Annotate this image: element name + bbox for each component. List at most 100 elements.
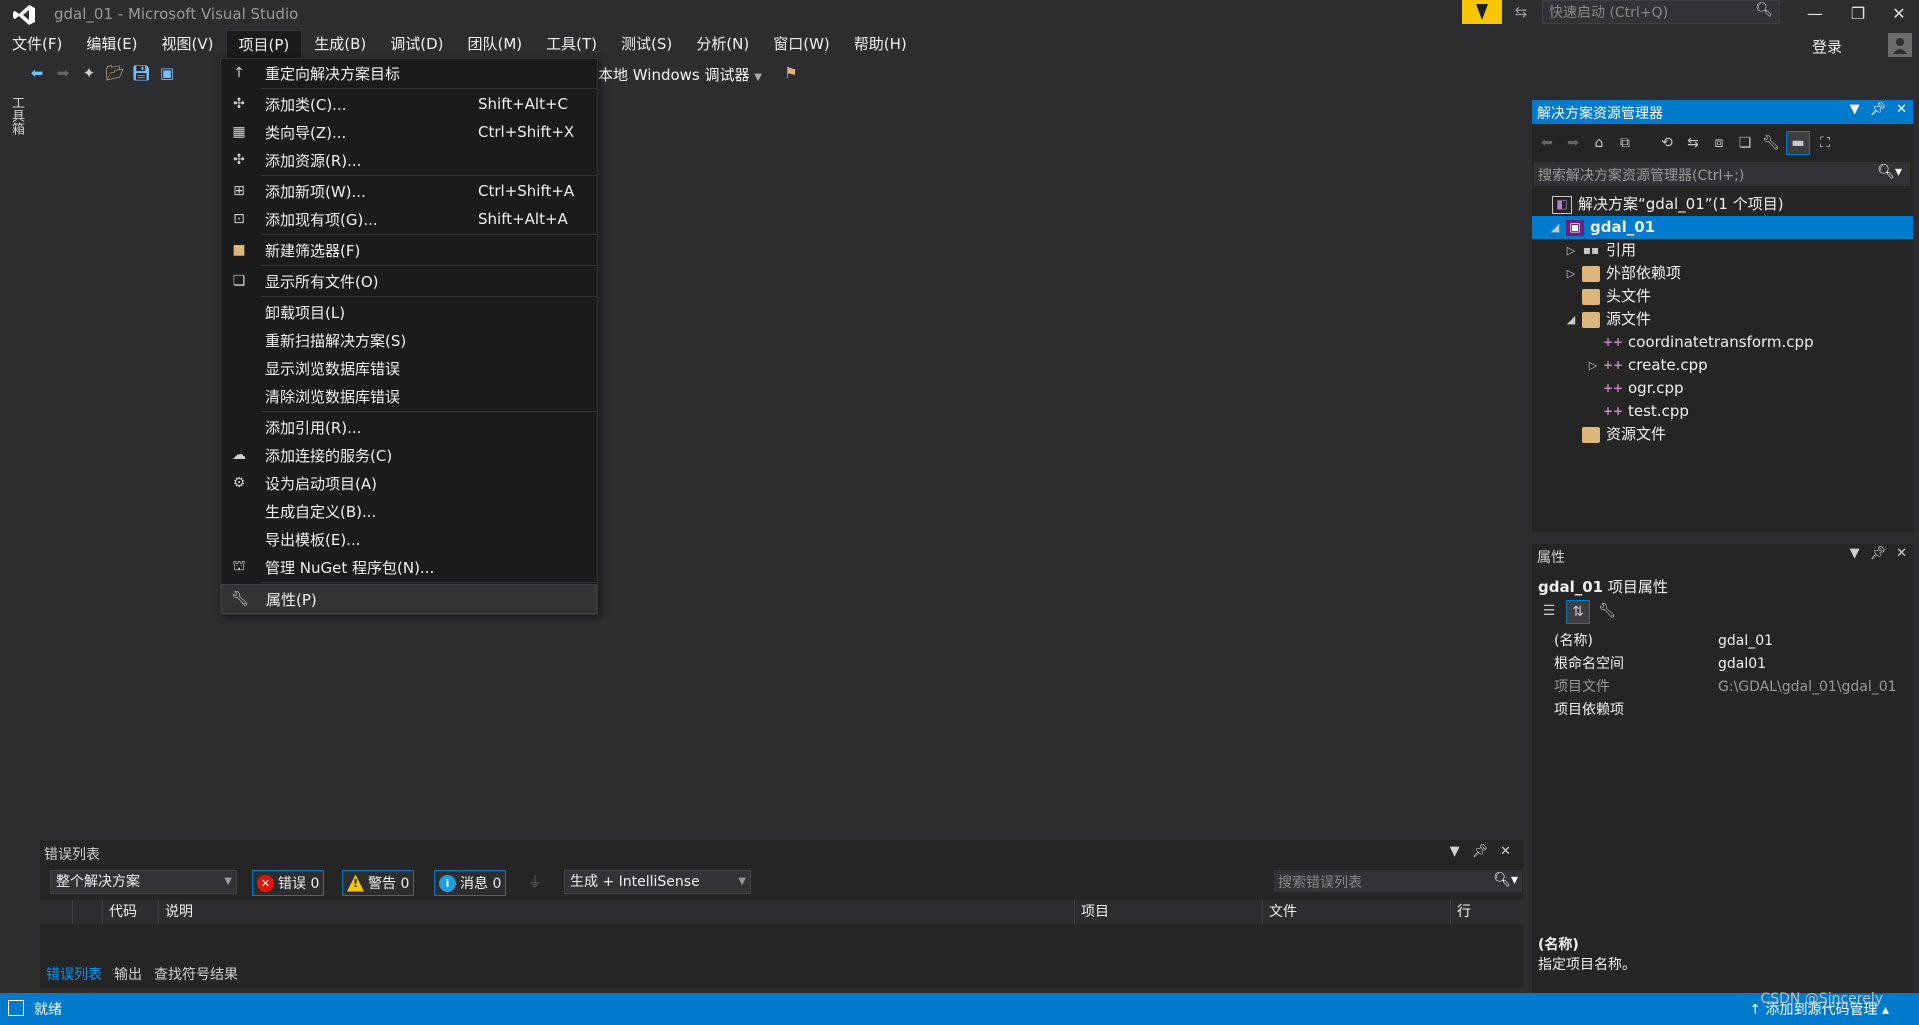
menu-item-add-reference[interactable]: 添加引用(R)...: [221, 413, 597, 441]
menu-item-class-wizard[interactable]: ▦ 类向导(Z)... Ctrl+Shift+X: [221, 118, 597, 146]
menu-item-add-class[interactable]: ✣ 添加类(C)... Shift+Alt+C: [221, 90, 597, 118]
menu-item-add-existing-item[interactable]: ⊡ 添加现有项(G)... Shift+Alt+A: [221, 205, 597, 233]
menu-item-manage-nuget[interactable]: ⛫ 管理 NuGet 程序包(N)...: [221, 553, 597, 581]
property-row[interactable]: 项目依赖项: [1532, 699, 1913, 722]
messages-filter-button[interactable]: i 消息 0: [434, 870, 507, 896]
local-debugger-button[interactable]: 本地 Windows 调试器 ▼: [598, 64, 762, 85]
menu-item-rescan-solution[interactable]: 重新扫描解决方案(S): [221, 326, 597, 354]
close-window-button[interactable]: ✕: [1879, 0, 1919, 26]
tab-output[interactable]: 输出: [108, 963, 148, 987]
find-in-files-icon[interactable]: ⚑: [780, 62, 802, 84]
menu-tools[interactable]: 工具(T): [534, 30, 609, 58]
column-header-description[interactable]: 说明: [158, 900, 1075, 924]
column-header-file[interactable]: 文件: [1262, 900, 1445, 924]
home-icon[interactable]: ⌂: [1588, 132, 1610, 154]
back-icon[interactable]: ⬅: [1536, 132, 1558, 154]
menu-edit[interactable]: 编辑(E): [74, 30, 149, 58]
column-header-code[interactable]: 代码: [102, 900, 165, 924]
menu-build[interactable]: 生成(B): [302, 30, 378, 58]
alphabetical-icon[interactable]: ⇅: [1566, 600, 1590, 624]
open-file-icon[interactable]: 📂︎: [104, 62, 126, 84]
tree-node-external-deps[interactable]: ▷ 外部依赖项: [1564, 262, 1681, 285]
menu-project[interactable]: 项目(P): [225, 29, 303, 59]
show-all-files-icon[interactable]: ❏: [1734, 132, 1756, 154]
menu-item-unload-project[interactable]: 卸载项目(L): [221, 298, 597, 326]
quick-launch-input[interactable]: 快速启动 (Ctrl+Q) 🔍︎: [1542, 0, 1780, 24]
tree-node-file[interactable]: ++ ogr.cpp: [1586, 377, 1684, 400]
warnings-filter-button[interactable]: ! 警告 0: [342, 870, 415, 896]
menu-debug[interactable]: 调试(D): [378, 30, 455, 58]
window-position-icon[interactable]: ▼: [1450, 844, 1460, 859]
sync-icon[interactable]: ⇆: [1682, 132, 1704, 154]
errors-filter-button[interactable]: ✕ 错误 0: [252, 870, 325, 896]
preview-selected-icon[interactable]: ▬: [1786, 131, 1810, 155]
error-list-search-input[interactable]: 搜索错误列表 🔍︎▾: [1274, 870, 1522, 892]
property-pages-wrench-icon[interactable]: 🔧︎: [1596, 600, 1618, 622]
menu-team[interactable]: 团队(M): [456, 30, 535, 58]
property-row[interactable]: (名称) gdal_01: [1532, 630, 1913, 653]
restore-button[interactable]: ❐: [1838, 0, 1878, 26]
property-row[interactable]: 根命名空间 gdal01: [1532, 653, 1913, 676]
minimize-button[interactable]: —: [1795, 0, 1835, 26]
menu-view[interactable]: 视图(V): [150, 30, 226, 58]
menu-item-set-startup-project[interactable]: ⚙ 设为启动项目(A): [221, 469, 597, 497]
tree-node-project[interactable]: ◢ ▣ gdal_01: [1532, 216, 1913, 239]
collapse-arrow-icon[interactable]: ▷: [1564, 262, 1578, 285]
account-avatar-icon[interactable]: [1888, 33, 1912, 57]
collapse-arrow-icon[interactable]: ▷: [1564, 239, 1578, 262]
scope-dropdown[interactable]: 整个解决方案 ▼: [50, 870, 237, 894]
save-icon[interactable]: 💾︎: [130, 62, 152, 84]
menu-item-clear-browse-db-errors[interactable]: 清除浏览数据库错误: [221, 382, 597, 410]
collapse-arrow-icon[interactable]: ▷: [1586, 354, 1600, 377]
tree-node-file[interactable]: ▷ ++ create.cpp: [1586, 354, 1708, 377]
tree-node-file[interactable]: ++ test.cpp: [1586, 400, 1689, 423]
menu-item-add-resource[interactable]: ✣ 添加资源(R)...: [221, 146, 597, 174]
menu-help[interactable]: 帮助(H): [842, 30, 919, 58]
toolbox-tab[interactable]: 工具箱: [8, 96, 26, 135]
expand-arrow-icon[interactable]: ◢: [1548, 216, 1562, 239]
notification-flag-icon[interactable]: [1462, 0, 1502, 24]
new-project-icon[interactable]: ✦: [78, 62, 100, 84]
menu-item-retarget[interactable]: ↑ 重定向解决方案目标: [221, 59, 597, 87]
tree-node-resources[interactable]: 资源文件: [1564, 423, 1666, 446]
collapse-all-icon[interactable]: ⧈: [1708, 132, 1730, 154]
menu-item-add-connected-service[interactable]: ☁ 添加连接的服务(C): [221, 441, 597, 469]
close-icon[interactable]: ✕: [1896, 546, 1907, 561]
categorized-icon[interactable]: ☰: [1538, 600, 1560, 622]
back-icon[interactable]: ⬅: [26, 62, 48, 84]
pin-icon[interactable]: 📌︎: [1472, 844, 1489, 859]
property-row[interactable]: 项目文件 G:\GDAL\gdal_01\gdal_01: [1532, 676, 1913, 699]
menu-item-new-filter[interactable]: ■ 新建筛选器(F): [221, 236, 597, 264]
feedback-icon[interactable]: ⇆: [1510, 2, 1532, 22]
column-header-line[interactable]: 行: [1450, 900, 1497, 924]
forward-icon[interactable]: ➡: [52, 62, 74, 84]
class-view-icon[interactable]: ⛶: [1814, 132, 1836, 154]
sign-in-link[interactable]: 登录: [1812, 36, 1842, 57]
filter-icon[interactable]: ⏚: [528, 872, 542, 892]
tree-node-headers[interactable]: 头文件: [1564, 285, 1651, 308]
column-header-project[interactable]: 项目: [1074, 900, 1257, 924]
solution-explorer-search-input[interactable]: 搜索解决方案资源管理器(Ctrl+;) 🔍︎▾: [1534, 162, 1910, 186]
tab-error-list[interactable]: 错误列表: [40, 963, 108, 987]
tab-find-symbol-results[interactable]: 查找符号结果: [148, 963, 244, 987]
save-all-icon[interactable]: ▣: [156, 62, 178, 84]
forward-icon[interactable]: ➡: [1562, 132, 1584, 154]
pin-icon[interactable]: 📌︎: [1870, 102, 1887, 117]
close-icon[interactable]: ✕: [1896, 102, 1907, 117]
menu-item-build-customizations[interactable]: 生成自定义(B)...: [221, 497, 597, 525]
menu-analyze[interactable]: 分析(N): [684, 30, 761, 58]
window-position-icon[interactable]: ▼: [1850, 546, 1860, 561]
build-intellisense-dropdown[interactable]: 生成 + IntelliSense ▼: [564, 870, 751, 894]
properties-object-selector[interactable]: gdal_01 项目属性: [1538, 576, 1668, 597]
tree-node-file[interactable]: ++ coordinatetransform.cpp: [1586, 331, 1814, 354]
expand-arrow-icon[interactable]: ◢: [1564, 308, 1578, 331]
menu-window[interactable]: 窗口(W): [761, 30, 842, 58]
switch-views-icon[interactable]: ⧉: [1614, 132, 1636, 154]
menu-item-properties[interactable]: 🔧︎ 属性(P): [221, 584, 597, 614]
tree-node-sources[interactable]: ◢ 源文件: [1564, 308, 1651, 331]
pin-icon[interactable]: 📌︎: [1870, 546, 1887, 561]
window-position-icon[interactable]: ▼: [1850, 102, 1860, 117]
close-icon[interactable]: ✕: [1500, 844, 1511, 859]
menu-test[interactable]: 测试(S): [609, 30, 684, 58]
properties-wrench-icon[interactable]: 🔧︎: [1760, 132, 1782, 154]
